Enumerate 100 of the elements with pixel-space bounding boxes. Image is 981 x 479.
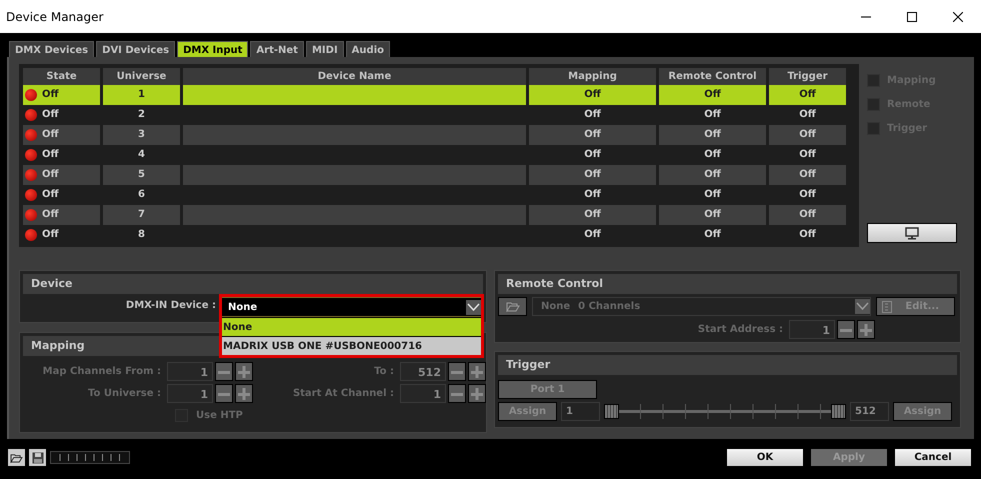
tab[interactable]: DMX Devices [9,41,94,58]
status-led-icon [25,149,37,161]
field-label: Start Address : [698,323,783,337]
dialog-button[interactable]: Cancel [894,448,972,467]
table-cell: 7 [103,205,180,225]
tab[interactable]: MIDI [306,41,344,58]
number-field[interactable]: 1 [789,320,835,339]
decrement-button[interactable] [215,362,233,381]
table-row[interactable]: Off 1 Off Off Off [23,85,855,105]
table-cell: 1 [103,85,180,105]
field-label: Map Channels From : [42,365,161,379]
status-led-icon [25,229,37,241]
document-icon [882,300,892,312]
increment-button[interactable] [857,320,875,339]
column-header: Remote Control [659,68,766,85]
table-cell: Off [23,85,100,105]
plus-icon [471,366,483,378]
slider-thumb[interactable] [831,404,846,419]
table-cell: Off [23,205,100,225]
dropdown-menu[interactable]: None None MADRIX USB ONE #USBONE000716 [219,294,484,358]
number-field[interactable]: 512 [400,362,446,381]
status-led-icon [25,89,37,101]
display-button[interactable] [867,223,957,243]
table-cell: Off [529,165,656,185]
number-field[interactable]: 1 [167,384,213,403]
dialog-button[interactable]: OK [726,448,804,467]
status-led-icon [25,189,37,201]
field-label: To : [373,365,394,379]
column-header: Mapping [529,68,656,85]
close-icon [953,12,963,22]
table-row[interactable]: Off 7 Off Off Off [23,205,855,225]
range-slider-track[interactable] [604,402,846,421]
status-led-icon [25,129,37,141]
tab[interactable]: Audio [346,41,390,58]
decrement-button[interactable] [215,384,233,403]
preset-name: None [541,300,570,314]
increment-button[interactable] [235,362,253,381]
window-title: Device Manager [6,8,104,26]
range-start-field[interactable]: 1 [561,402,600,421]
table-row[interactable]: Off 2 Off Off Off [23,105,855,125]
decrement-button[interactable] [448,362,466,381]
channel-count: 0 Channels [578,300,642,314]
number-field[interactable]: 1 [400,384,446,403]
decrement-button[interactable] [448,384,466,403]
table-row[interactable]: Off 4 Off Off Off [23,145,855,165]
slider-thumb[interactable] [604,404,619,419]
chevron-down-icon [855,299,870,314]
decrement-button[interactable] [837,320,855,339]
table-cell: Off [659,165,766,185]
number-field[interactable]: 1 [167,362,213,381]
table-cell: Off [529,85,656,105]
checkbox-label: Use HTP [196,409,243,423]
field-label: DMX-IN Device : [124,299,217,313]
table-row[interactable]: Off 6 Off Off Off [23,185,855,205]
table-row[interactable]: Off 3 Off Off Off [23,125,855,145]
table-cell: 5 [103,165,180,185]
table-cell: Off [659,125,766,145]
table-cell: Off [529,125,656,145]
folder-icon [10,452,23,462]
status-led-icon [25,169,37,181]
increment-button[interactable] [235,384,253,403]
panel-header: Trigger [498,355,957,375]
table-cell: Off [659,85,766,105]
column-header: Universe [103,68,180,85]
status-led-icon [25,209,37,221]
increment-button[interactable] [468,384,486,403]
status-led-icon [25,109,37,121]
folder-icon [506,301,520,312]
table-cell: Off [769,85,846,105]
chevron-down-icon [466,300,481,314]
tab[interactable]: DVI Devices [96,41,176,58]
monitor-icon [905,226,919,240]
plus-icon [238,388,250,400]
table-cell: Off [659,205,766,225]
table-cell: Off [23,125,100,145]
table-cell: 3 [103,125,180,145]
column-header: Trigger [769,68,846,85]
table-row[interactable]: Off 5 Off Off Off [23,165,855,185]
table-cell: Off [23,165,100,185]
table-cell: Off [529,205,656,225]
column-header: Device Name [183,68,526,85]
tab[interactable]: Art-Net [250,41,304,58]
dropdown-value: None [228,300,258,314]
increment-button[interactable] [468,362,486,381]
plus-icon [471,388,483,400]
table-cell: Off [769,205,846,225]
table-row[interactable]: Off 8 Off Off Off [23,225,855,245]
plus-icon [238,366,250,378]
dropdown-option[interactable]: None [222,317,481,336]
field-label: Start At Channel : [292,387,394,401]
field-label: To Universe : [87,387,161,401]
column-header: State [23,68,100,85]
open-button[interactable] [8,449,25,466]
open-folder-button[interactable] [498,297,527,316]
save-button[interactable] [29,449,46,466]
table-cell: Off [769,165,846,185]
dropdown-option[interactable]: MADRIX USB ONE #USBONE000716 [222,336,481,355]
tab[interactable]: DMX Input [177,41,248,58]
panel-header: Device [23,274,483,294]
range-end-field[interactable]: 512 [850,402,889,421]
